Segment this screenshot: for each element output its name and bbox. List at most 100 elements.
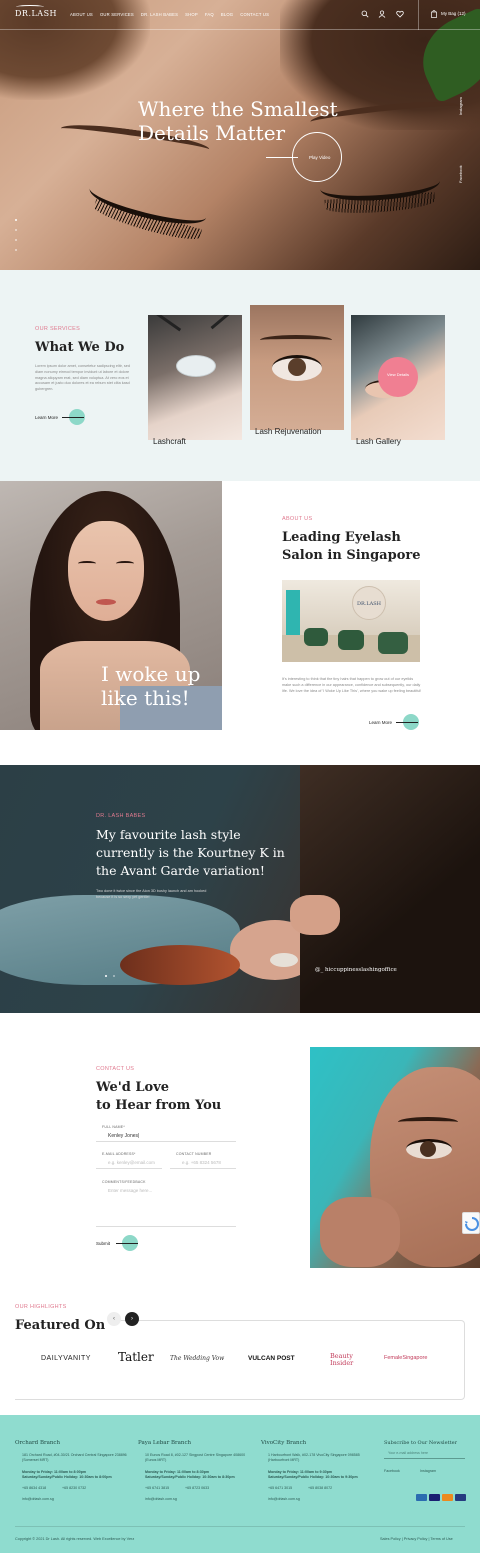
contact-number-label: CONTACT NUMBER <box>176 1152 212 1156</box>
bag-icon[interactable] <box>431 10 437 18</box>
comments-input[interactable]: Enter message here... <box>108 1188 152 1193</box>
model-lips <box>96 599 116 605</box>
nav-item-contact-us[interactable]: CONTACT US <box>240 12 269 17</box>
contact-title: We'd Love to Hear from You <box>96 1080 222 1113</box>
about-photo-caption: I woke up like this! <box>101 662 201 710</box>
view-details-button[interactable]: View Details <box>378 357 418 397</box>
play-video-label[interactable]: Play Video <box>309 155 330 160</box>
hero-facebook-link[interactable]: Facebook <box>458 165 463 183</box>
logo-dailyvanity[interactable]: DAILYVANITY <box>41 1355 91 1362</box>
vivocity-email[interactable]: info@drlash.com.sg <box>268 1497 300 1502</box>
services-body: Lorem ipsum dolor amet, consetetur sadip… <box>35 364 130 392</box>
babes-body: Two done it twice since the Aion 3D bush… <box>96 889 207 899</box>
hero-slide-dot-3[interactable] <box>15 239 17 241</box>
amex-icon <box>416 1494 427 1501</box>
newsletter-input[interactable]: Your e-mail address here <box>388 1451 428 1456</box>
hero-slide-dot-4[interactable] <box>15 249 17 251</box>
salon-chair <box>338 630 364 650</box>
nav-item-our-services[interactable]: OUR SERVICES <box>100 12 134 17</box>
about-title: Leading Eyelash Salon in Singapore <box>282 530 421 563</box>
heart-icon[interactable] <box>396 10 404 18</box>
salon-chair <box>378 632 408 654</box>
my-bag-link[interactable]: My Bag (12) <box>441 11 466 16</box>
chevron-right-icon[interactable]: › <box>125 1312 139 1326</box>
footer-instagram-link[interactable]: Instagram <box>420 1469 436 1474</box>
site-header: DR.LASH ABOUT US OUR SERVICES DR. LASH B… <box>0 0 480 30</box>
payalebar-phone[interactable]: +65 6741 3815 <box>145 1486 169 1491</box>
logo-wedding-vow[interactable]: The Wedding Vow <box>170 1355 224 1362</box>
nav-item-blog[interactable]: BLOG <box>221 12 233 17</box>
logo-tatler[interactable]: Tatler <box>118 1350 154 1364</box>
payalebar-email[interactable]: info@drlash.com.sg <box>145 1497 177 1502</box>
visa-icon <box>429 1494 440 1501</box>
nav-item-dr-lash-babes[interactable]: DR. LASH BABES <box>141 12 178 17</box>
orchard-email[interactable]: info@drlash.com.sg <box>22 1497 54 1502</box>
nav-item-faq[interactable]: FAQ <box>205 12 214 17</box>
logo-vulcan-post[interactable]: VULCAN POST <box>248 1355 295 1362</box>
babes-quote: My favourite lash style currently is the… <box>96 827 285 878</box>
footer-facebook-link[interactable]: Facebook <box>384 1469 400 1474</box>
payalebar-whatsapp[interactable]: +65 8723 0633 <box>185 1486 209 1491</box>
contact-number-input[interactable]: e.g. +65 8324 5678 <box>182 1160 221 1165</box>
email-label: E-MAIL ADDRESS* <box>102 1152 136 1156</box>
nav-item-about-us[interactable]: ABOUT US <box>70 12 93 17</box>
email-input[interactable]: e.g. kenley@email.com <box>108 1160 155 1165</box>
orchard-whatsapp[interactable]: +65 8230 0732 <box>62 1486 86 1491</box>
hero-instagram-link[interactable]: Instagram <box>458 97 463 115</box>
copyright-text: Copyright © 2021 Dr Lash. All rights res… <box>15 1537 135 1541</box>
service-image-lashcraft[interactable] <box>148 315 242 440</box>
featured-eyebrow: OUR HIGHLIGHTS <box>15 1304 67 1310</box>
chevron-left-icon[interactable]: ‹ <box>107 1312 121 1326</box>
arrow-right-icon <box>396 722 418 723</box>
nav-item-shop[interactable]: SHOP <box>185 12 198 17</box>
babes-slide-dot-1[interactable] <box>105 975 107 977</box>
orchard-phone[interactable]: +65 8634 4318 <box>22 1486 46 1491</box>
full-name-input[interactable]: Kenley Jones| <box>108 1133 139 1139</box>
vivocity-branch-address: 1 Harbourfront Walk, #02-178 VivoCity Si… <box>268 1453 360 1462</box>
babes-instagram-handle[interactable]: @_ hiccuppinesslashingoffice <box>315 967 397 973</box>
services-eyebrow: OUR SERVICES <box>35 326 81 332</box>
comments-underline <box>96 1226 236 1227</box>
tweezer-shape <box>210 315 236 330</box>
model-eye-right <box>116 561 134 566</box>
orchard-branch-address: 181 Orchard Road, #04-30/21 Orchard Cent… <box>22 1453 127 1462</box>
orchard-hours-weekend: Saturday/Sunday/Public Holiday: 10:30am … <box>22 1475 112 1479</box>
services-learn-more[interactable]: Learn More <box>35 415 58 420</box>
user-icon[interactable] <box>378 10 386 18</box>
eyepad-shape <box>270 953 298 967</box>
search-icon[interactable] <box>361 10 369 18</box>
vivocity-branch-title: VivoCity Branch <box>261 1440 307 1446</box>
logo-beauty-insider[interactable]: Beauty Insider <box>330 1353 362 1367</box>
tweezer-shape <box>154 315 182 332</box>
service-label-lashcraft[interactable]: Lashcraft <box>153 437 186 446</box>
mastercard-icon <box>442 1494 453 1501</box>
logo-female-singapore[interactable]: FemaleSingapore <box>384 1355 427 1361</box>
recaptcha-badge[interactable] <box>462 1212 480 1234</box>
babes-slide-dot-2[interactable] <box>113 975 115 977</box>
vivocity-phone[interactable]: +65 6471 3015 <box>268 1486 292 1491</box>
hero-slide-dot-1[interactable] <box>15 219 17 221</box>
brow-shape <box>260 335 332 345</box>
newsletter-title: Subscribe to Our Newsletter <box>384 1440 457 1446</box>
service-image-lash-rejuvenation[interactable] <box>250 305 344 430</box>
model-iris <box>420 1141 436 1157</box>
vivocity-whatsapp[interactable]: +65 8038 8072 <box>308 1486 332 1491</box>
hero-slide-dot-2[interactable] <box>15 229 17 231</box>
arrow-right-icon <box>116 1243 138 1244</box>
service-label-lash-rejuvenation[interactable]: Lash Rejuvenation <box>255 427 321 436</box>
payalebar-branch-address: 10 Eunos Road 8, #02-127 Singpost Centre… <box>145 1453 246 1462</box>
contact-eyebrow: CONTACT US <box>96 1066 135 1072</box>
submit-button[interactable]: Submit <box>96 1241 110 1246</box>
salon-chair <box>304 628 328 646</box>
model-eye-left <box>78 561 96 566</box>
logo[interactable]: DR.LASH <box>15 9 57 18</box>
header-divider <box>418 0 419 30</box>
salon-photo: DR.LASH <box>282 580 420 662</box>
model-face-shape <box>68 521 144 621</box>
model-hand <box>320 1197 400 1267</box>
legal-links[interactable]: Sales Policy | Privacy Policy | Terms of… <box>380 1537 453 1541</box>
babes-eyebrow: DR. LASH BABES <box>96 813 146 819</box>
comments-label: COMMENTS/FEEDBACK <box>102 1180 146 1184</box>
service-label-lash-gallery[interactable]: Lash Gallery <box>356 437 401 446</box>
about-learn-more[interactable]: Learn More <box>369 720 392 725</box>
